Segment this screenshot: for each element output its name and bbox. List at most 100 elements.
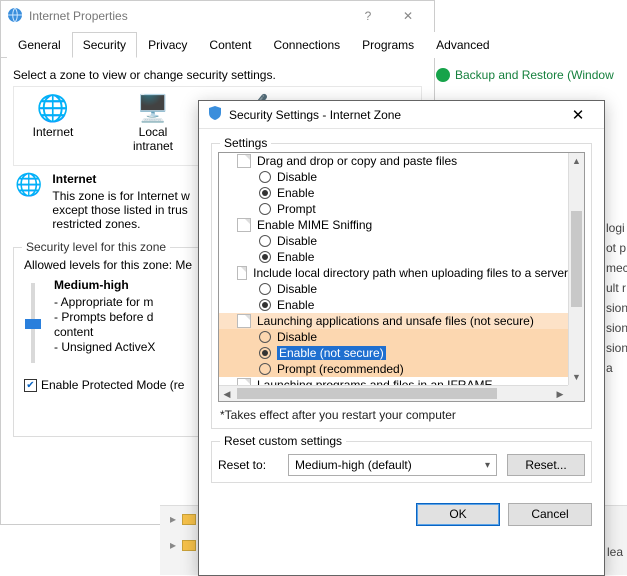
tree-category[interactable]: Launching programs and files in an IFRAM…: [219, 377, 568, 385]
radio-icon: [259, 283, 271, 295]
settings-tree[interactable]: Drag and drop or copy and paste files Dis…: [218, 152, 585, 402]
reset-button[interactable]: Reset...: [507, 454, 585, 476]
tree-option-label: Disable: [277, 330, 317, 344]
tree-option[interactable]: Enable: [219, 249, 568, 265]
tab-advanced[interactable]: Advanced: [425, 32, 500, 58]
page-icon: [237, 314, 251, 328]
tree-option[interactable]: Prompt (recommended): [219, 361, 568, 377]
tree-category-label: Launching programs and files in an IFRAM…: [257, 378, 492, 385]
reset-to-label: Reset to:: [218, 458, 278, 472]
shield-icon: [207, 105, 223, 124]
radio-icon: [259, 235, 271, 247]
page-icon: [237, 378, 251, 385]
radio-icon: [259, 363, 271, 375]
tree-option-label: Enable: [277, 250, 314, 264]
dialog-footer: OK Cancel: [199, 493, 604, 538]
security-settings-dialog: Security Settings - Internet Zone ✕ Sett…: [198, 100, 605, 576]
radio-icon: [259, 203, 271, 215]
folder-icon: [182, 540, 196, 551]
globe-icon: 🌐: [18, 95, 88, 121]
ip-tabstrip: General Security Privacy Content Connect…: [1, 31, 434, 58]
backup-restore-link[interactable]: Backup and Restore (Window: [436, 68, 614, 82]
zone-info-desc: This zone is for Internet w except those…: [52, 189, 189, 231]
restart-note: *Takes effect after you restart your com…: [220, 408, 583, 422]
ok-button[interactable]: OK: [416, 503, 500, 526]
tree-option-label: Prompt (recommended): [277, 362, 404, 376]
scroll-left-icon[interactable]: ◀: [219, 386, 235, 402]
right-edge-text: logi ot p mec ult r sion sion sion a: [606, 220, 627, 377]
settings-group: Settings Drag and drop or copy and paste…: [211, 143, 592, 429]
tree-category[interactable]: Enable MIME Sniffing: [219, 217, 568, 233]
level-description: Medium-high - Appropriate for m - Prompt…: [54, 278, 155, 368]
tree-option[interactable]: Disable: [219, 169, 568, 185]
tree-option-label: Enable: [277, 186, 314, 200]
zone-info-title: Internet: [52, 172, 189, 186]
tab-connections[interactable]: Connections: [262, 32, 351, 58]
scroll-thumb[interactable]: [237, 388, 497, 399]
tree-category-label: Drag and drop or copy and paste files: [257, 154, 457, 168]
tree-option-label: Prompt: [277, 202, 316, 216]
tree-category-label: Launching applications and unsafe files …: [257, 314, 534, 328]
radio-icon: [259, 251, 271, 263]
vertical-scrollbar[interactable]: ▲ ▼: [568, 153, 584, 385]
tree-option[interactable]: Enable (not secure): [219, 345, 568, 361]
tree-category[interactable]: Launching applications and unsafe files …: [219, 313, 568, 329]
tree-option-label: Enable (not secure): [277, 346, 386, 360]
security-level-slider[interactable]: [24, 278, 42, 368]
ss-title: Security Settings - Internet Zone: [229, 108, 401, 122]
horizontal-scrollbar[interactable]: ◀ ▶: [219, 385, 568, 401]
tree-option-label: Disable: [277, 234, 317, 248]
tree-option[interactable]: Prompt: [219, 201, 568, 217]
radio-icon: [259, 331, 271, 343]
tree-option[interactable]: Disable: [219, 281, 568, 297]
tree-option-label: Disable: [277, 170, 317, 184]
level-name: Medium-high: [54, 278, 155, 293]
zone-label: Internet: [18, 125, 88, 139]
tab-content[interactable]: Content: [198, 32, 262, 58]
reset-select-value: Medium-high (default): [295, 458, 412, 472]
chevron-down-icon: ▾: [485, 460, 490, 471]
radio-icon: [259, 347, 271, 359]
page-icon: [237, 266, 247, 280]
tree-category[interactable]: Drag and drop or copy and paste files: [219, 153, 568, 169]
tab-general[interactable]: General: [7, 32, 72, 58]
close-button[interactable]: ✕: [560, 106, 596, 124]
protected-mode-label: Enable Protected Mode (re: [41, 378, 184, 392]
zone-local-intranet[interactable]: 🖥️ Local intranet: [118, 95, 188, 153]
globe-icon: 🌐: [15, 172, 42, 231]
scroll-right-icon[interactable]: ▶: [552, 386, 568, 402]
tree-option-label: Disable: [277, 282, 317, 296]
ss-titlebar[interactable]: Security Settings - Internet Zone ✕: [199, 101, 604, 129]
scroll-thumb[interactable]: [571, 211, 582, 307]
help-button[interactable]: ?: [348, 9, 388, 23]
tree-category-label: Include local directory path when upload…: [253, 266, 568, 280]
page-icon: [237, 218, 251, 232]
tab-programs[interactable]: Programs: [351, 32, 425, 58]
tree-option[interactable]: Enable: [219, 185, 568, 201]
tree-option[interactable]: Disable: [219, 233, 568, 249]
zone-internet[interactable]: 🌐 Internet: [18, 95, 88, 153]
radio-icon: [259, 171, 271, 183]
cancel-button[interactable]: Cancel: [508, 503, 592, 526]
tree-option[interactable]: Enable: [219, 297, 568, 313]
ip-titlebar[interactable]: Internet Properties ? ✕: [1, 1, 434, 31]
checkbox-icon: ✔: [24, 379, 37, 392]
tree-category-label: Enable MIME Sniffing: [257, 218, 372, 232]
zone-prompt: Select a zone to view or change security…: [13, 68, 422, 82]
tree-option-label: Enable: [277, 298, 314, 312]
reset-to-select[interactable]: Medium-high (default) ▾: [288, 454, 497, 476]
close-button[interactable]: ✕: [388, 9, 428, 23]
folder-icon: [182, 514, 196, 525]
scroll-down-icon[interactable]: ▼: [569, 369, 584, 385]
monitor-icon: 🖥️: [118, 95, 188, 121]
tree-category[interactable]: Include local directory path when upload…: [219, 265, 568, 281]
tree-option[interactable]: Disable: [219, 329, 568, 345]
radio-icon: [259, 187, 271, 199]
group-title: Reset custom settings: [220, 434, 346, 448]
globe-icon: [7, 7, 23, 26]
tab-privacy[interactable]: Privacy: [137, 32, 198, 58]
group-title: Security level for this zone: [22, 240, 170, 254]
shield-green-icon: [436, 68, 450, 82]
scroll-up-icon[interactable]: ▲: [569, 153, 584, 169]
tab-security[interactable]: Security: [72, 32, 137, 58]
